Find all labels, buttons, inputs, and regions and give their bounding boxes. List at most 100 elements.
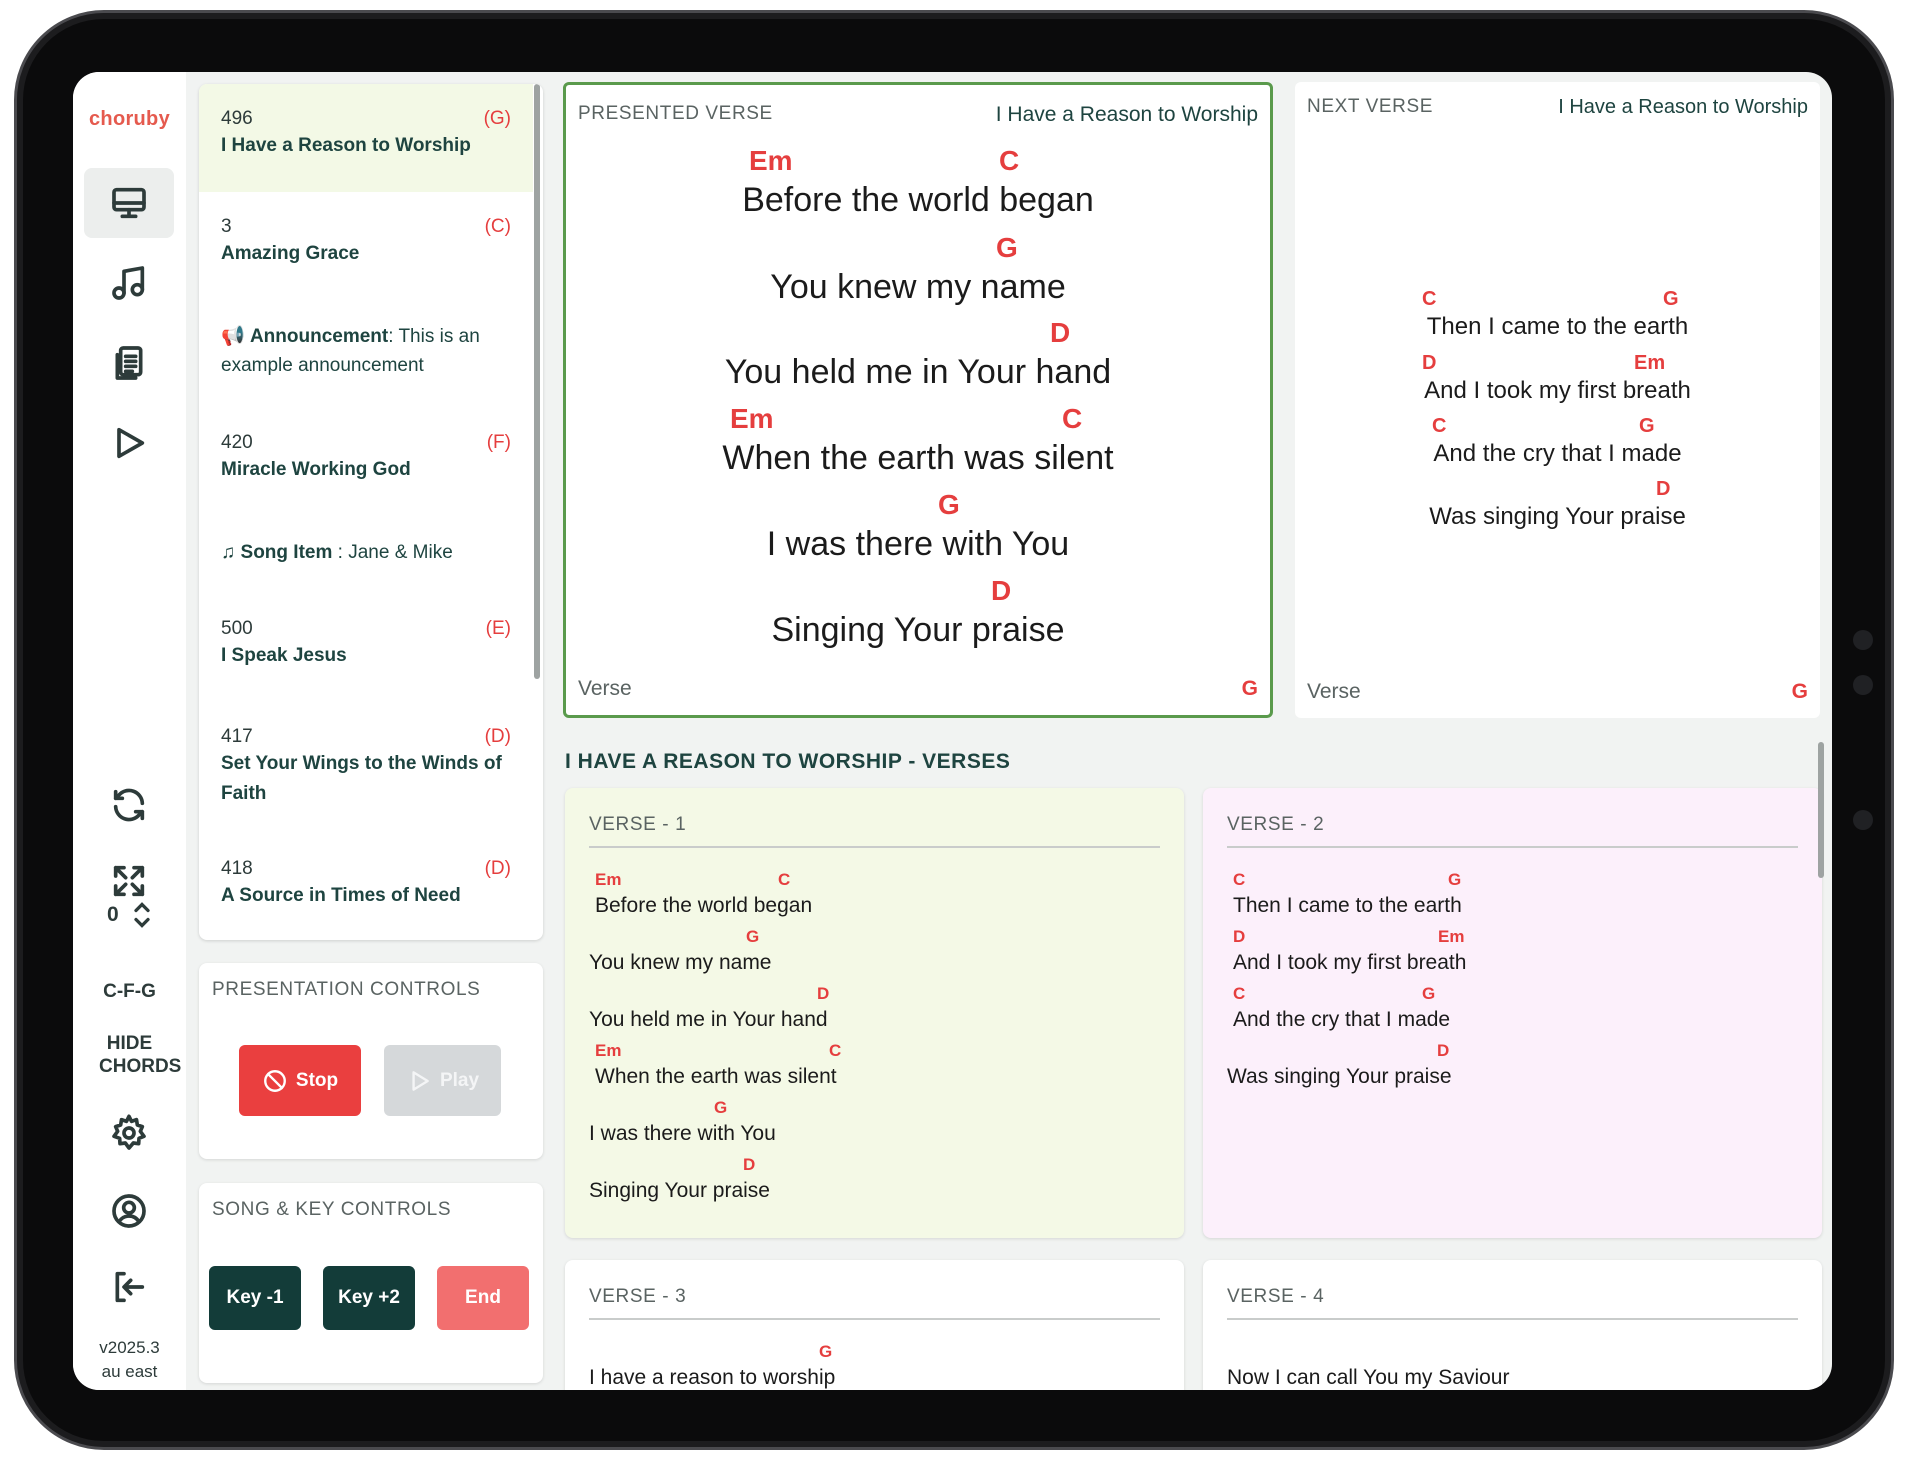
setlist-announcement[interactable]: 📢 Announcement: This is an example annou…: [199, 300, 533, 408]
lyric-line: And the cry that I made: [1233, 1008, 1451, 1031]
verse-card-4[interactable]: VERSE - 4 Now I can call You my Saviour: [1203, 1260, 1822, 1390]
setlist-item[interactable]: 496 (G) I Have a Reason to Worship: [199, 84, 533, 192]
chord: G: [1663, 288, 1679, 310]
hide-chords-button[interactable]: HIDE CHORDS: [73, 1032, 186, 1078]
song-number: 3: [221, 216, 232, 237]
chord: D: [1050, 317, 1071, 348]
lyric-line: Singing Your praise: [771, 611, 1065, 649]
chord: D: [1656, 478, 1671, 500]
key-sequence-button[interactable]: C-F-G: [73, 980, 186, 1003]
nav-play[interactable]: [84, 408, 174, 478]
logout-button[interactable]: [84, 1252, 174, 1322]
setlist-item[interactable]: 417 (D) Set Your Wings to the Winds of F…: [199, 700, 533, 832]
setlist-item[interactable]: 3 (C) Amazing Grace: [199, 192, 533, 300]
stop-button[interactable]: Stop: [239, 1045, 361, 1116]
lyric-line: You knew my name: [589, 951, 772, 974]
chord: D: [743, 1155, 756, 1174]
song-number: 420: [221, 432, 253, 453]
chord: D: [1422, 352, 1437, 374]
lyric-line: Now I can call You my Saviour: [1227, 1366, 1510, 1389]
song-key: (C): [484, 216, 511, 237]
verse-heading: VERSE - 2: [1227, 814, 1325, 835]
presentation-controls-panel: PRESENTATION CONTROLS Stop Play: [199, 963, 543, 1159]
verses-section-title: I HAVE A REASON TO WORSHIP - VERSES: [565, 750, 1011, 773]
region-label: au east: [101, 1362, 158, 1381]
divider: [589, 1318, 1160, 1320]
end-button[interactable]: End: [437, 1266, 529, 1330]
nav-setlists[interactable]: [84, 328, 174, 398]
presented-footer: Verse: [578, 677, 632, 700]
setlist-scrollbar[interactable]: [534, 84, 540, 679]
music-note-icon: [112, 266, 145, 300]
camera-dot: [1853, 810, 1873, 830]
chord: D: [1437, 1041, 1450, 1060]
stop-label: Stop: [295, 1069, 339, 1091]
song-key: (F): [486, 432, 511, 453]
song-number: 496: [221, 108, 253, 129]
song-key-controls-panel: SONG & KEY CONTROLS Key -1 Key +2 End: [199, 1183, 543, 1383]
verse-heading: VERSE - 4: [1227, 1286, 1325, 1307]
song-title: I Speak Jesus: [221, 645, 347, 666]
camera-dot: [1853, 675, 1873, 695]
divider: [1227, 1318, 1798, 1320]
chord: D: [1233, 927, 1246, 946]
song-title: Amazing Grace: [221, 243, 360, 264]
next-key: G: [1791, 680, 1808, 703]
chord: C: [1233, 984, 1246, 1003]
chord: C: [829, 1041, 842, 1060]
setlist-item[interactable]: 500 (E) I Speak Jesus: [199, 592, 533, 700]
stop-icon: [263, 1069, 286, 1092]
play-button[interactable]: Play: [384, 1045, 501, 1116]
song-number: 500: [221, 618, 253, 639]
announcement-text: 📢 Announcement: This is an example annou…: [221, 322, 521, 380]
zoom-value: 0: [107, 903, 119, 926]
lyric-line: Then I came to the earth: [1426, 313, 1689, 340]
lyric-line: Before the world began: [742, 181, 1094, 219]
song-title: Set Your Wings to the Winds of Faith: [221, 753, 502, 804]
zoom-stepper[interactable]: 0: [107, 900, 153, 930]
chord: Em: [1438, 927, 1465, 946]
verse-card-1[interactable]: VERSE - 1 Em C Before the world began G …: [565, 788, 1184, 1238]
song-item-label: Song Item: [240, 542, 333, 563]
key-up-button[interactable]: Key +2: [323, 1266, 415, 1330]
lyric-line: And I took my first breath: [1233, 951, 1467, 974]
settings-button[interactable]: [84, 1098, 174, 1168]
song-item-body: : Jane & Mike: [332, 542, 453, 563]
chevron-up-down-icon[interactable]: [131, 900, 153, 930]
chord: Em: [1634, 352, 1666, 374]
song-title: I Have a Reason to Worship: [221, 135, 471, 156]
setlist-item[interactable]: 420 (F) Miracle Working God: [199, 408, 533, 516]
song-title: Miracle Working God: [221, 459, 411, 480]
lyric-line: When the earth was silent: [595, 1065, 837, 1088]
divider: [1227, 846, 1798, 848]
lyric-line: Was singing Your praise: [1227, 1065, 1452, 1088]
key-down-button[interactable]: Key -1: [209, 1266, 301, 1330]
divider: [589, 846, 1160, 848]
chord: G: [938, 489, 960, 520]
presented-key: G: [1241, 677, 1258, 700]
nav-present[interactable]: [84, 168, 174, 238]
chord: Em: [749, 145, 793, 176]
chord: C: [1062, 403, 1083, 434]
nav-songs[interactable]: [84, 248, 174, 318]
verses-scrollbar[interactable]: [1818, 742, 1824, 878]
chord: C: [1233, 870, 1246, 889]
verse-card-3[interactable]: VERSE - 3 G I have a reason to worship: [565, 1260, 1184, 1390]
verse-card-2[interactable]: VERSE - 2 C G Then I came to the earth D…: [1203, 788, 1822, 1238]
chord: Em: [595, 870, 622, 889]
setlist-song-item[interactable]: ♫ Song Item : Jane & Mike: [199, 516, 533, 592]
lyric-line: Then I came to the earth: [1233, 894, 1462, 917]
next-verse-card: NEXT VERSE I Have a Reason to Worship C …: [1295, 82, 1820, 718]
chord: Em: [595, 1041, 622, 1060]
refresh-button[interactable]: [84, 770, 174, 840]
chord: C: [999, 145, 1020, 176]
song-key: (D): [484, 858, 511, 879]
chord: C: [1432, 415, 1447, 437]
profile-button[interactable]: [84, 1176, 174, 1246]
setlist-item[interactable]: 418 (D) A Source in Times of Need: [199, 832, 533, 940]
chord: G: [1448, 870, 1462, 889]
lyric-line: Singing Your praise: [589, 1179, 770, 1202]
megaphone-icon: 📢: [221, 326, 245, 347]
chord: C: [778, 870, 791, 889]
chord: G: [714, 1098, 728, 1117]
